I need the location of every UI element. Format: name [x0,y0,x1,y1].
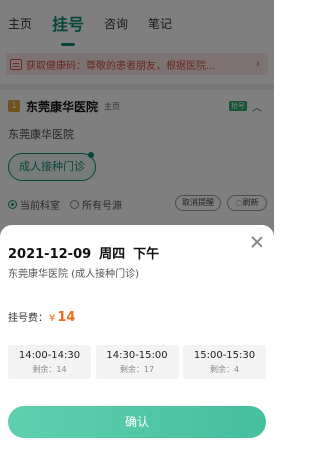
sheet-date-line: 2021-12-09 周四 下午 [8,243,167,262]
slot-time: 14:00-14:30 [18,350,81,361]
confirm-button[interactable]: 确认 [8,406,266,438]
slot-remaining: 剩余：14 [32,365,67,374]
time-slot-list: 14:00-14:30 剩余：14 14:30-15:00 剩余：17 15:0… [8,345,266,379]
time-slot[interactable]: 14:00-14:30 剩余：14 [8,345,91,379]
sheet-weekday: 周四 [99,247,126,262]
booking-sheet: 2021-12-09 周四 下午 东莞康华医院 (成人接种门诊) 挂号费： ¥ 14… [0,225,274,449]
time-slot[interactable]: 14:30-15:00 剩余：17 [95,345,179,379]
sheet-date: 2021-12-09 [8,247,92,262]
sheet-hospital-clinic: 东莞康华医院 (成人接种门诊) [8,269,139,280]
slot-time: 15:00-15:30 [193,350,256,361]
close-icon[interactable] [250,235,264,249]
time-slot[interactable]: 15:00-15:30 剩余：4 [183,345,266,379]
slot-remaining: 剩余：4 [209,365,240,374]
fee-value: 14 [57,310,76,325]
slot-time: 14:30-15:00 [106,350,168,361]
fee-label: 挂号费： [8,313,48,324]
fee-currency: ¥ [49,313,56,324]
sheet-period: 下午 [133,247,160,262]
fee-line: 挂号费： ¥ 14 [8,309,75,325]
slot-remaining: 剩余：17 [119,365,155,374]
